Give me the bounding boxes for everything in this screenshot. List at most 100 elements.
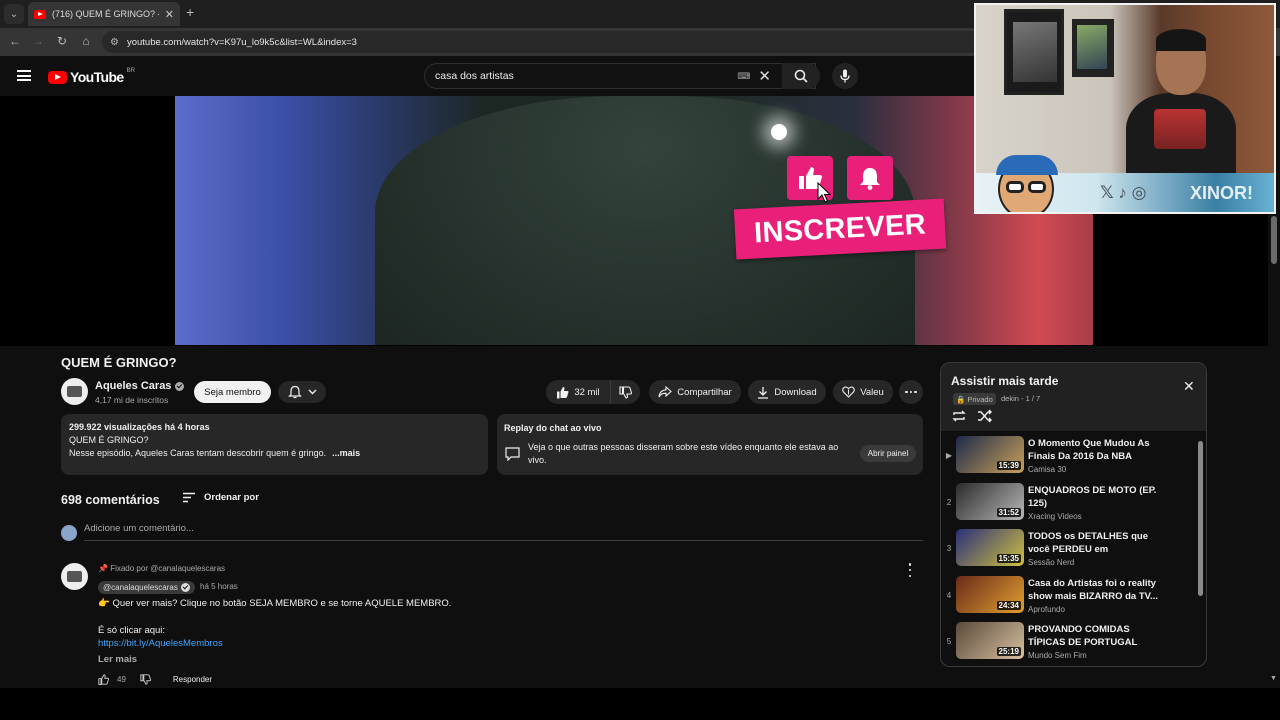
chevron-down-icon <box>308 389 316 395</box>
description-line-2: Nesse episódio, Aqueles Caras tentam des… <box>69 448 480 458</box>
home-icon[interactable]: ⌂ <box>78 34 94 48</box>
open-panel-button[interactable]: Abrir painel <box>860 445 916 462</box>
playlist-item-index: ▶ <box>945 451 953 460</box>
dislike-button[interactable] <box>610 380 640 404</box>
playlist-item-index: 3 <box>946 544 952 553</box>
playlist-item-title[interactable]: TODOS os DETALHES que você PERDEU em QUA… <box>1028 530 1166 556</box>
url-field[interactable]: ⚙ youtube.com/watch?v=K97u_lo9k5c&list=W… <box>102 31 982 53</box>
read-more-button[interactable]: Ler mais <box>98 654 137 665</box>
playlist-item-channel[interactable]: Aprofundo <box>1028 605 1065 614</box>
pinned-label: 📌 Fixado por @canalaquelescaras <box>98 564 226 573</box>
youtube-logo[interactable]: YouTube BR <box>48 68 135 85</box>
playlist-item[interactable]: 4 24:34 Casa do Artistas foi o reality sho… <box>941 575 1199 622</box>
tab-title: (716) QUEM É GRINGO? - YouTube <box>52 9 159 19</box>
more-actions-button[interactable] <box>899 380 923 404</box>
playlist-owner: dekin - 1 / 7 <box>1001 394 1041 403</box>
playlist-title[interactable]: Assistir mais tarde <box>951 374 1058 388</box>
playlist-item-channel[interactable]: Mundo Sem Fim <box>1028 651 1087 660</box>
search-input[interactable]: casa dos artistas ⌨ ✕ <box>424 63 816 89</box>
playlist-item[interactable]: 3 15:35 TODOS os DETALHES que você PERDEU … <box>941 528 1199 575</box>
new-tab-button[interactable]: + <box>186 4 194 20</box>
add-comment-input[interactable]: Adicione um comentário... <box>84 523 923 541</box>
more-horizontal-icon <box>905 390 917 394</box>
playlist-item-duration: 15:39 <box>996 461 1021 470</box>
description-text: Nesse episódio, Aqueles Caras tentam des… <box>69 448 327 458</box>
clear-search-icon[interactable]: ✕ <box>758 67 771 85</box>
playlist-item-channel[interactable]: Sessão Nerd <box>1028 558 1074 567</box>
channel-avatar[interactable] <box>61 378 88 405</box>
notifications-button[interactable] <box>278 381 326 403</box>
reload-icon[interactable]: ↻ <box>54 34 70 48</box>
channel-name[interactable]: Aqueles Caras <box>95 380 185 392</box>
comment-author-avatar[interactable] <box>61 563 88 590</box>
browser-tab[interactable]: (716) QUEM É GRINGO? - YouTube ✕ <box>28 2 180 26</box>
subscribe-overlay-graphic: INSCREVER <box>733 156 951 266</box>
playlist-item-title[interactable]: O Momento Que Mudou As Finais Da 2016 Da… <box>1028 437 1166 463</box>
playlist-item-duration: 15:35 <box>996 554 1021 563</box>
comment-link[interactable]: https://bit.ly/AquelesMembros <box>98 638 223 649</box>
user-avatar <box>61 525 77 541</box>
description-more-link[interactable]: ...mais <box>332 448 360 458</box>
playlist-item-duration: 24:34 <box>996 600 1021 610</box>
sort-comments-button[interactable]: Ordenar por <box>182 492 259 503</box>
comment-dislike-icon[interactable] <box>140 674 151 685</box>
comment-menu-icon[interactable] <box>906 563 914 577</box>
forward-icon[interactable]: → <box>30 34 46 48</box>
scroll-down-icon[interactable]: ▼ <box>1270 675 1277 682</box>
comment-text-line-2: É só clicar aqui: <box>98 625 166 636</box>
playlist-item-thumbnail[interactable]: 15:39 <box>956 436 1024 473</box>
playlist-item-channel[interactable]: Camisa 30 <box>1028 465 1066 474</box>
join-button[interactable]: Seja membro <box>194 381 271 403</box>
search-button[interactable] <box>782 63 820 89</box>
download-button[interactable]: Download <box>748 380 826 404</box>
back-icon[interactable]: ← <box>7 34 23 48</box>
subscribe-banner-text: INSCREVER <box>753 208 927 249</box>
voice-search-button[interactable] <box>832 63 858 89</box>
thanks-button[interactable]: Valeu <box>833 380 893 404</box>
streamer-webcam: 𝕏 ♪ ◎ XINOR! <box>974 3 1276 214</box>
comment-like-icon[interactable] <box>98 674 109 685</box>
loop-icon[interactable] <box>951 409 967 423</box>
playlist-item-thumbnail[interactable]: 24:34 <box>956 575 1024 613</box>
playlist-item[interactable]: 5 25:19 PROVANDO COMIDAS TÍPICAS DE PORTUG… <box>941 621 1199 666</box>
close-tab-icon[interactable]: ✕ <box>165 8 174 21</box>
keyboard-icon[interactable]: ⌨ <box>737 71 750 82</box>
site-info-icon[interactable]: ⚙ <box>110 37 119 48</box>
menu-icon[interactable] <box>17 70 31 81</box>
share-button[interactable]: Compartilhar <box>649 380 741 404</box>
page-scrollbar-thumb[interactable] <box>1271 216 1277 264</box>
privacy-badge: 🔒 Privado <box>953 393 996 405</box>
video-frame[interactable]: INSCREVER <box>175 96 1093 345</box>
playlist-item[interactable]: 2 31:52 ENQUADROS DE MOTO (EP. 125) Xracing… <box>941 482 1199 529</box>
playlist-item-title[interactable]: Casa do Artistas foi o reality show mais… <box>1028 577 1166 603</box>
close-icon[interactable]: ✕ <box>1183 378 1195 395</box>
like-button[interactable]: 32 mil <box>546 380 610 404</box>
logo-text: YouTube <box>70 69 124 85</box>
reply-button[interactable]: Responder <box>173 675 212 684</box>
tab-search-button[interactable]: ⌄ <box>4 4 24 24</box>
comment-author-name: @canalaquelescaras <box>103 583 178 592</box>
chat-replay-title: Replay do chat ao vivo <box>504 423 602 433</box>
playlist-item-title[interactable]: ENQUADROS DE MOTO (EP. 125) <box>1028 484 1166 510</box>
video-title: QUEM É GRINGO? <box>61 355 177 370</box>
wall-poster <box>1004 9 1064 95</box>
subscribe-banner: INSCREVER <box>733 198 947 260</box>
country-code: BR <box>126 68 135 74</box>
playlist-scrollbar[interactable] <box>1198 441 1203 596</box>
search-query: casa dos artistas <box>435 70 514 82</box>
bell-icon <box>847 156 893 200</box>
playlist-item-channel[interactable]: Xracing Videos <box>1028 512 1082 521</box>
playlist-item-title[interactable]: PROVANDO COMIDAS TÍPICAS DE PORTUGAL <box>1028 623 1166 649</box>
playlist-item-thumbnail[interactable]: 31:52 <box>956 482 1024 520</box>
playlist-item-duration: 31:52 <box>996 507 1021 517</box>
playlist-item-duration: 25:19 <box>996 647 1021 656</box>
description-box[interactable]: 299.922 visualizações há 4 horas QUEM É … <box>61 414 488 475</box>
playlist-item-index: 2 <box>946 497 952 507</box>
description-line-1: QUEM É GRINGO? <box>69 435 149 445</box>
playlist-item-thumbnail[interactable]: 25:19 <box>956 622 1024 659</box>
page-scrollbar[interactable]: ▼ <box>1268 214 1280 688</box>
comment-author[interactable]: @canalaquelescaras <box>98 581 195 594</box>
shuffle-icon[interactable] <box>977 409 993 423</box>
playlist-item-thumbnail[interactable]: 15:35 <box>956 529 1024 566</box>
playlist-item[interactable]: ▶ 15:39 O Momento Que Mudou As Finais Da 2… <box>941 435 1199 482</box>
